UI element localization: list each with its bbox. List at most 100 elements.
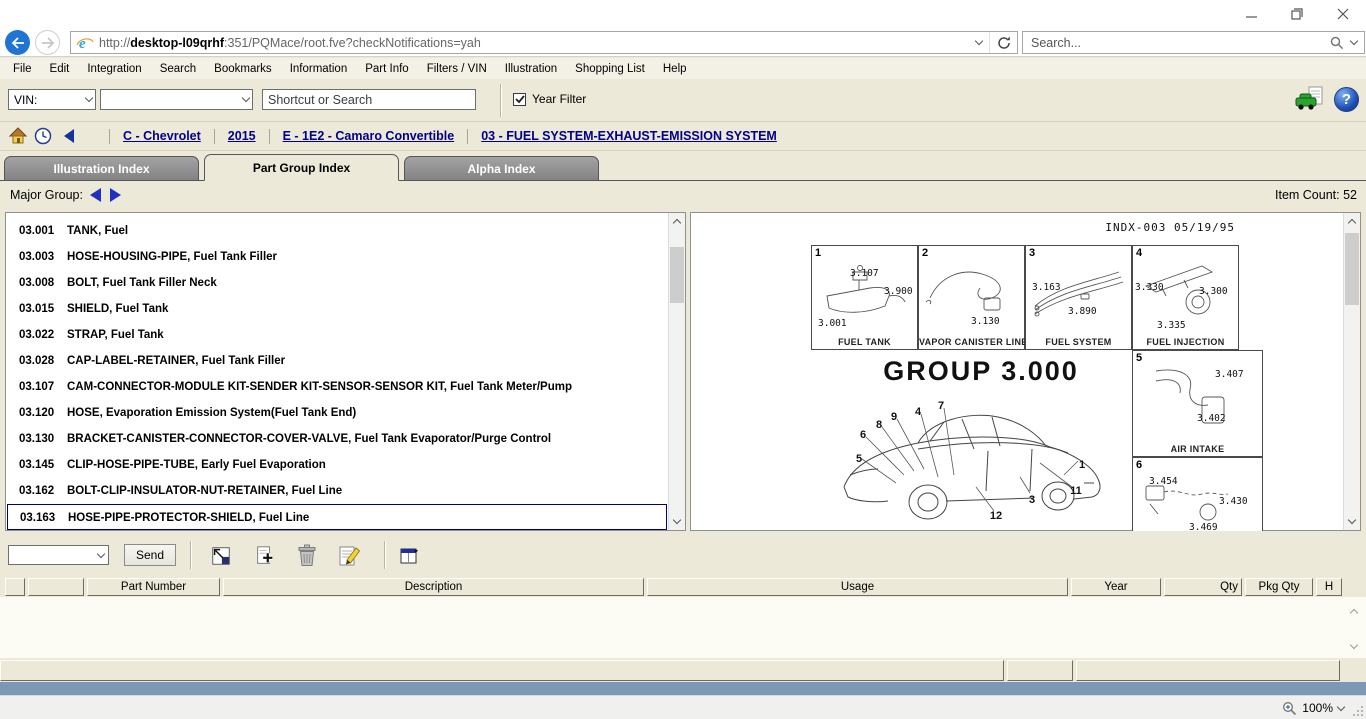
car-callout: 8 bbox=[876, 419, 882, 431]
part-group-row[interactable]: 03.120HOSE, Evaporation Emission System(… bbox=[7, 400, 667, 426]
column-header-part-number[interactable]: Part Number bbox=[87, 578, 220, 596]
help-button[interactable]: ? bbox=[1334, 87, 1359, 112]
home-icon bbox=[9, 127, 27, 144]
shortcut-search-input[interactable] bbox=[262, 89, 476, 110]
vin-select[interactable]: VIN: bbox=[8, 89, 96, 110]
column-header-pkg-qty[interactable]: Pkg Qty bbox=[1245, 578, 1313, 596]
address-dropdown-button[interactable] bbox=[969, 41, 989, 44]
add-item-button[interactable] bbox=[252, 543, 278, 568]
action-select[interactable] bbox=[8, 545, 109, 565]
column-header-blank1[interactable] bbox=[5, 578, 25, 596]
tab-alpha-index[interactable]: Alpha Index bbox=[404, 156, 599, 180]
url-text: http://desktop-l09qrhf:351/PQMace/root.f… bbox=[99, 36, 969, 50]
part-group-row[interactable]: 03.022STRAP, Fuel Tank bbox=[7, 322, 667, 348]
menu-help[interactable]: Help bbox=[654, 63, 696, 75]
back-button[interactable] bbox=[5, 30, 30, 55]
breadcrumb-make[interactable]: C - Chevrolet bbox=[123, 129, 201, 143]
plate-box-six[interactable]: 6 3.454 3.430 3.469 bbox=[1132, 457, 1263, 531]
history-button[interactable] bbox=[34, 127, 52, 148]
part-list-scrollbar[interactable] bbox=[668, 213, 685, 530]
breadcrumb-model[interactable]: E - 1E2 - Camaro Convertible bbox=[283, 129, 455, 143]
part-group-row-selected[interactable]: 03.163HOSE-PIPE-PROTECTOR-SHIELD, Fuel L… bbox=[7, 504, 667, 530]
delete-button[interactable] bbox=[294, 543, 320, 568]
part-group-name: BRACKET-CANISTER-CONNECTOR-COVER-VALVE, … bbox=[67, 426, 551, 452]
vin-select-label: VIN: bbox=[14, 93, 37, 107]
edit-note-button[interactable] bbox=[336, 543, 362, 568]
vehicle-report-button[interactable] bbox=[1294, 86, 1326, 111]
plate-box-caption: AIR INTAKE bbox=[1133, 444, 1262, 454]
menu-search[interactable]: Search bbox=[151, 63, 205, 75]
part-group-row[interactable]: 03.028CAP-LABEL-RETAINER, Fuel Tank Fill… bbox=[7, 348, 667, 374]
part-group-row[interactable]: 03.008BOLT, Fuel Tank Filler Neck bbox=[7, 270, 667, 296]
plate-box-vapor-canister[interactable]: 2 3.130 VAPOR CANISTER LINES bbox=[918, 245, 1025, 350]
part-group-row[interactable]: 03.130BRACKET-CANISTER-CONNECTOR-COVER-V… bbox=[7, 426, 667, 452]
part-group-row[interactable]: 03.145CLIP-HOSE-PIPE-TUBE, Early Fuel Ev… bbox=[7, 452, 667, 478]
refresh-button[interactable] bbox=[989, 32, 1017, 53]
vehicle-select[interactable] bbox=[100, 89, 253, 110]
tab-part-group-index[interactable]: Part Group Index bbox=[204, 154, 399, 181]
plate-box-fuel-system[interactable]: 3 3.163 3.890 FUEL SYSTEM bbox=[1025, 245, 1132, 350]
send-button[interactable]: Send bbox=[124, 544, 176, 566]
breadcrumb-group[interactable]: 03 - FUEL SYSTEM-EXHAUST-EMISSION SYSTEM bbox=[481, 129, 777, 143]
column-header-description[interactable]: Description bbox=[223, 578, 644, 596]
toolbar-separator bbox=[190, 541, 192, 569]
column-header-qty[interactable]: Qty bbox=[1164, 578, 1242, 596]
minimize-button[interactable] bbox=[1228, 0, 1274, 28]
menu-file[interactable]: File bbox=[4, 63, 41, 75]
column-header-blank2[interactable] bbox=[28, 578, 84, 596]
scrollbar-thumb[interactable] bbox=[1345, 233, 1359, 305]
address-bar[interactable]: e http://desktop-l09qrhf:351/PQMace/root… bbox=[70, 31, 1018, 54]
breadcrumb: C - Chevrolet 2015 E - 1E2 - Camaro Conv… bbox=[0, 122, 1366, 151]
chevron-up-icon bbox=[1348, 219, 1356, 227]
breadcrumb-back-button[interactable] bbox=[64, 129, 74, 143]
menu-illustration[interactable]: Illustration bbox=[496, 63, 566, 75]
part-group-row[interactable]: 03.162BOLT-CLIP-INSULATOR-NUT-RETAINER, … bbox=[7, 478, 667, 504]
maximize-button[interactable] bbox=[1274, 0, 1320, 28]
year-filter-checkbox[interactable] bbox=[513, 93, 526, 106]
tab-label: Alpha Index bbox=[467, 162, 535, 176]
forward-button[interactable] bbox=[35, 30, 60, 55]
column-header-usage[interactable]: Usage bbox=[647, 578, 1068, 596]
plate-box-fuel-injection[interactable]: 4 3.330 3.300 3.335 FUEL INJECTION bbox=[1132, 245, 1239, 350]
resize-view-button[interactable] bbox=[208, 543, 234, 568]
part-group-row[interactable]: 03.015SHIELD, Fuel Tank bbox=[7, 296, 667, 322]
menu-part-info[interactable]: Part Info bbox=[356, 63, 417, 75]
menu-information[interactable]: Information bbox=[281, 63, 357, 75]
search-dropdown-button[interactable] bbox=[1344, 41, 1364, 44]
part-label: 3.407 bbox=[1215, 369, 1244, 380]
chevron-down-icon bbox=[242, 94, 250, 102]
scroll-down-button[interactable] bbox=[1344, 513, 1360, 530]
illustration-scrollbar[interactable] bbox=[1343, 213, 1360, 530]
close-button[interactable] bbox=[1320, 0, 1366, 28]
home-button[interactable] bbox=[9, 127, 27, 147]
breadcrumb-year[interactable]: 2015 bbox=[228, 129, 256, 143]
part-group-row[interactable]: 03.003HOSE-HOUSING-PIPE, Fuel Tank Fille… bbox=[7, 244, 667, 270]
part-group-row[interactable]: 03.107CAM-CONNECTOR-MODULE KIT-SENDER KI… bbox=[7, 374, 667, 400]
major-group-next-button[interactable] bbox=[110, 188, 121, 202]
scroll-up-button[interactable] bbox=[1344, 213, 1360, 230]
menu-integration[interactable]: Integration bbox=[78, 63, 150, 75]
tab-illustration-index[interactable]: Illustration Index bbox=[4, 156, 199, 180]
scrollbar-thumb[interactable] bbox=[670, 247, 684, 303]
part-group-code: 03.028 bbox=[19, 348, 54, 374]
plate-box-fuel-tank[interactable]: 1 3.107 3.900 3.001 FUEL TANK bbox=[811, 245, 918, 350]
browser-search-box[interactable]: Search... bbox=[1022, 31, 1365, 54]
column-header-year[interactable]: Year bbox=[1071, 578, 1161, 596]
scroll-down-button[interactable] bbox=[669, 513, 685, 530]
zoom-control[interactable]: 100% bbox=[1282, 699, 1344, 717]
menu-bookmarks[interactable]: Bookmarks bbox=[205, 63, 281, 75]
plate-box-air-intake[interactable]: 5 3.407 3.402 AIR INTAKE bbox=[1132, 350, 1263, 457]
menu-filters-vin[interactable]: Filters / VIN bbox=[418, 63, 496, 75]
question-mark-icon: ? bbox=[1342, 91, 1351, 108]
column-header-h[interactable]: H bbox=[1316, 578, 1342, 596]
results-scrollbar[interactable] bbox=[1345, 597, 1362, 658]
group-title: GROUP 3.000 bbox=[821, 356, 1141, 387]
menu-shopping-list[interactable]: Shopping List bbox=[566, 63, 654, 75]
scroll-up-button[interactable] bbox=[669, 213, 685, 230]
column-options-button[interactable] bbox=[396, 543, 422, 568]
part-group-row[interactable]: 03.001TANK, Fuel bbox=[7, 218, 667, 244]
major-group-prev-button[interactable] bbox=[90, 188, 101, 202]
edit-note-icon bbox=[337, 545, 361, 567]
menu-edit[interactable]: Edit bbox=[41, 63, 79, 75]
resize-grip[interactable] bbox=[1353, 706, 1363, 716]
